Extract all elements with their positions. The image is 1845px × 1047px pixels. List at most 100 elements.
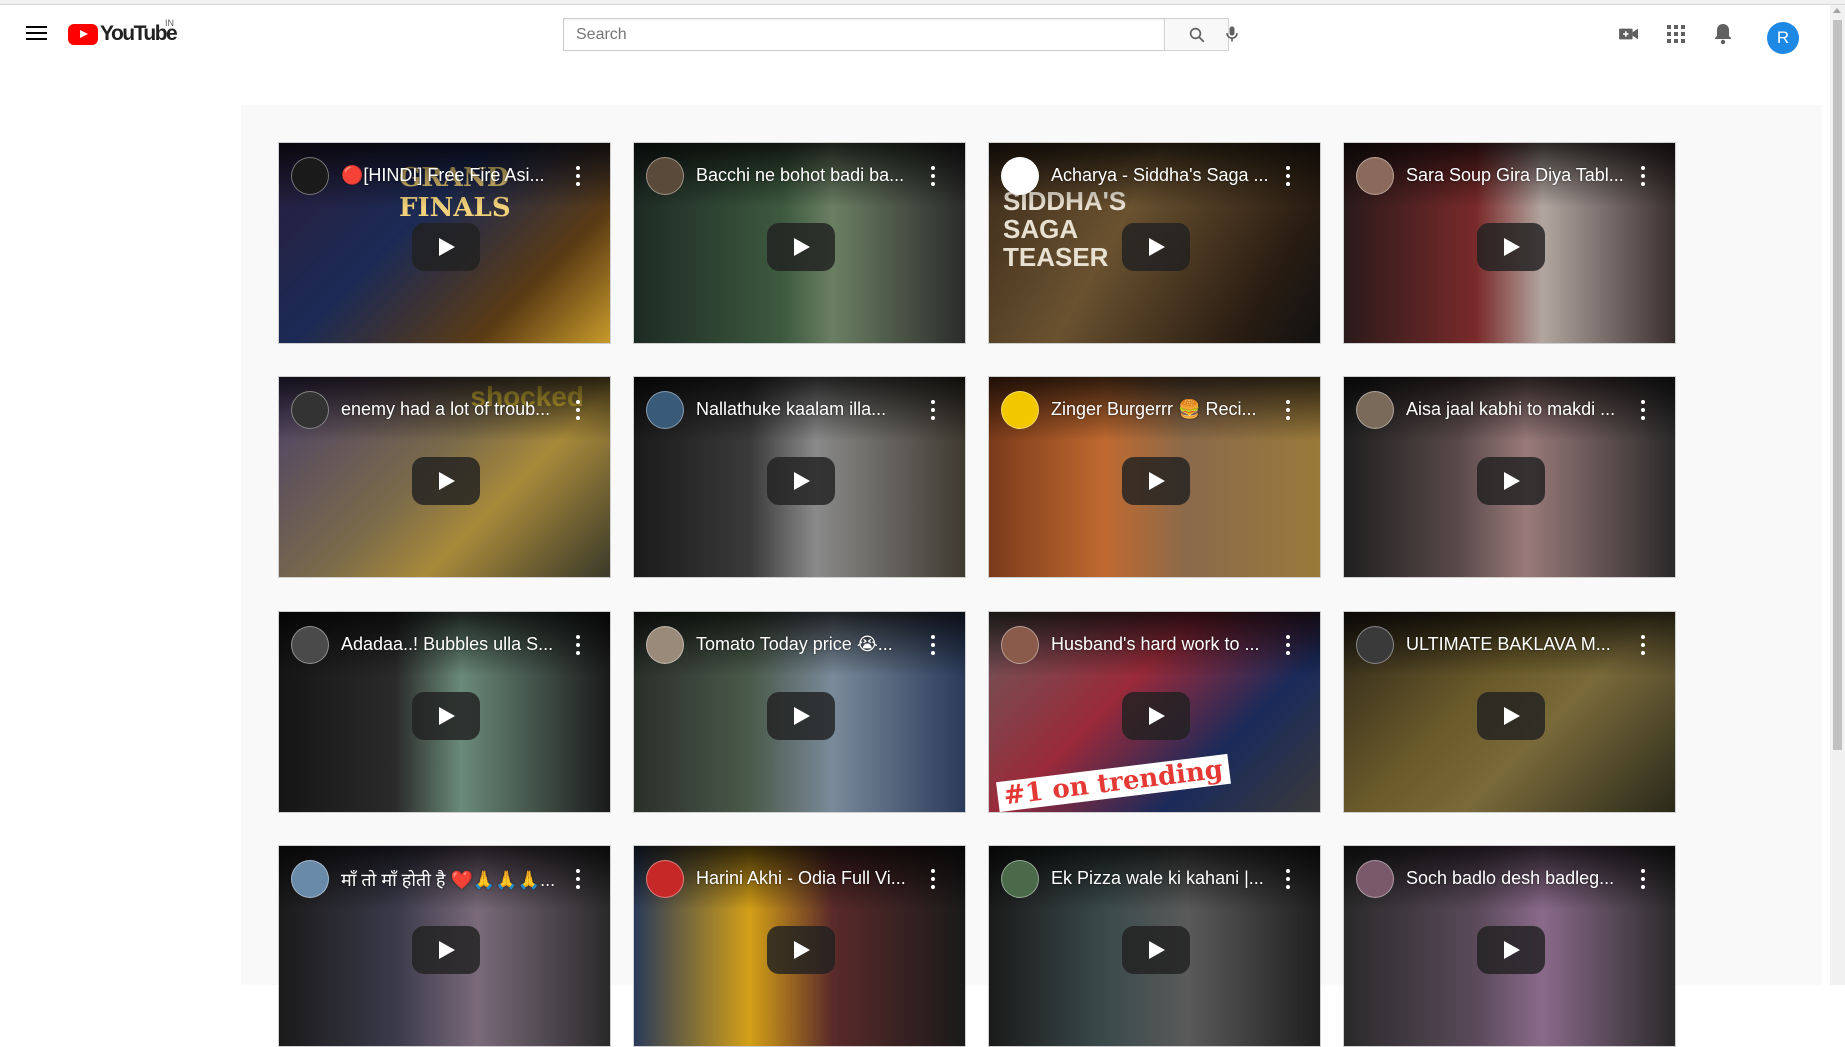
more-options-icon[interactable]: [1641, 400, 1645, 420]
more-options-icon[interactable]: [1286, 869, 1290, 889]
more-options-icon[interactable]: [1641, 635, 1645, 655]
more-options-icon[interactable]: [1286, 635, 1290, 655]
channel-avatar[interactable]: [646, 157, 684, 195]
video-card[interactable]: Ek Pizza wale ki kahani |...: [988, 845, 1321, 1047]
channel-avatar[interactable]: [291, 157, 329, 195]
video-title[interactable]: Zinger Burgerrr 🍔 Reci...: [1051, 399, 1269, 420]
search-icon: [1189, 27, 1204, 42]
more-options-icon[interactable]: [931, 869, 935, 889]
video-card[interactable]: Bacchi ne bohot badi ba...: [633, 142, 966, 344]
video-title[interactable]: Bacchi ne bohot badi ba...: [696, 165, 914, 186]
channel-avatar[interactable]: [291, 860, 329, 898]
more-options-icon[interactable]: [576, 635, 580, 655]
play-icon[interactable]: [1477, 223, 1545, 271]
more-options-icon[interactable]: [1286, 166, 1290, 186]
play-icon[interactable]: [412, 223, 480, 271]
play-icon[interactable]: [767, 926, 835, 974]
video-title[interactable]: Adadaa..! Bubbles ulla S...: [341, 634, 559, 655]
play-icon[interactable]: [767, 223, 835, 271]
channel-avatar[interactable]: [1356, 626, 1394, 664]
video-grid-area: GRAND FINALS🔴[HINDI] Free Fire Asi... Bac…: [241, 105, 1822, 1047]
channel-avatar[interactable]: [1356, 391, 1394, 429]
channel-avatar[interactable]: [646, 626, 684, 664]
play-icon[interactable]: [412, 692, 480, 740]
channel-avatar[interactable]: [291, 391, 329, 429]
voice-search-button[interactable]: [1220, 22, 1244, 46]
page-scrollbar[interactable]: [1830, 5, 1845, 985]
play-icon[interactable]: [767, 457, 835, 505]
create-video-button[interactable]: [1617, 22, 1641, 46]
video-card[interactable]: SIDDHA'S SAGA TEASERAcharya - Siddha's S…: [988, 142, 1321, 344]
more-options-icon[interactable]: [576, 869, 580, 889]
youtube-play-logo-icon: [68, 23, 98, 45]
channel-avatar[interactable]: [291, 626, 329, 664]
video-card[interactable]: shockedenemy had a lot of troub...: [278, 376, 611, 578]
video-card[interactable]: Soch badlo desh badleg...: [1343, 845, 1676, 1047]
play-icon[interactable]: [767, 692, 835, 740]
video-title[interactable]: Sara Soup Gira Diya Tabl...: [1406, 165, 1624, 186]
video-title[interactable]: Tomato Today price 😭...: [696, 634, 914, 655]
more-options-icon[interactable]: [931, 635, 935, 655]
more-options-icon[interactable]: [1641, 166, 1645, 186]
play-icon[interactable]: [1122, 926, 1190, 974]
channel-avatar[interactable]: [1356, 860, 1394, 898]
play-icon[interactable]: [1122, 223, 1190, 271]
channel-avatar[interactable]: [1001, 860, 1039, 898]
notifications-icon: [1715, 24, 1731, 45]
search-input[interactable]: [563, 18, 1164, 51]
play-icon[interactable]: [1477, 457, 1545, 505]
channel-avatar[interactable]: [1001, 157, 1039, 195]
play-icon[interactable]: [1122, 692, 1190, 740]
account-avatar[interactable]: R: [1767, 22, 1799, 54]
video-card[interactable]: Tomato Today price 😭...: [633, 611, 966, 813]
video-title[interactable]: Ek Pizza wale ki kahani |...: [1051, 868, 1269, 889]
video-card[interactable]: Nallathuke kaalam illa...: [633, 376, 966, 578]
play-icon[interactable]: [1122, 457, 1190, 505]
more-options-icon[interactable]: [1286, 400, 1290, 420]
apps-icon: [1667, 25, 1685, 43]
video-title[interactable]: Aisa jaal kabhi to makdi ...: [1406, 399, 1624, 420]
play-icon[interactable]: [412, 926, 480, 974]
mic-icon: [1226, 26, 1238, 42]
play-icon[interactable]: [412, 457, 480, 505]
masthead: YouTube IN R: [0, 5, 1830, 61]
video-title[interactable]: Husband's hard work to ...: [1051, 634, 1269, 655]
channel-avatar[interactable]: [1001, 391, 1039, 429]
apps-button[interactable]: [1664, 22, 1688, 46]
more-options-icon[interactable]: [576, 400, 580, 420]
video-title[interactable]: enemy had a lot of troub...: [341, 399, 559, 420]
more-options-icon[interactable]: [1641, 869, 1645, 889]
notifications-button[interactable]: [1711, 22, 1735, 46]
video-card[interactable]: Sara Soup Gira Diya Tabl...: [1343, 142, 1676, 344]
video-card[interactable]: Aisa jaal kabhi to makdi ...: [1343, 376, 1676, 578]
youtube-logo[interactable]: YouTube: [68, 21, 178, 47]
more-options-icon[interactable]: [931, 400, 935, 420]
video-card[interactable]: Zinger Burgerrr 🍔 Reci...: [988, 376, 1321, 578]
video-title[interactable]: ULTIMATE BAKLAVA M...: [1406, 634, 1624, 655]
video-card[interactable]: Adadaa..! Bubbles ulla S...: [278, 611, 611, 813]
video-card[interactable]: #1 on trending Husband's hard work to ...: [988, 611, 1321, 813]
country-code: IN: [165, 18, 174, 28]
channel-avatar[interactable]: [646, 860, 684, 898]
scroll-up-arrow-icon[interactable]: [1833, 8, 1841, 13]
video-card[interactable]: ULTIMATE BAKLAVA M...: [1343, 611, 1676, 813]
video-title[interactable]: Acharya - Siddha's Saga ...: [1051, 165, 1269, 186]
channel-avatar[interactable]: [1356, 157, 1394, 195]
video-title[interactable]: Soch badlo desh badleg...: [1406, 868, 1624, 889]
channel-avatar[interactable]: [1001, 626, 1039, 664]
menu-icon[interactable]: [22, 22, 52, 46]
video-card[interactable]: GRAND FINALS🔴[HINDI] Free Fire Asi...: [278, 142, 611, 344]
more-options-icon[interactable]: [931, 166, 935, 186]
create-video-icon: [1619, 28, 1638, 40]
play-icon[interactable]: [1477, 692, 1545, 740]
video-title[interactable]: माँ तो माँ होती है ❤️🙏🙏🙏...: [341, 868, 559, 892]
scrollbar-thumb[interactable]: [1833, 20, 1842, 750]
play-icon[interactable]: [1477, 926, 1545, 974]
video-title[interactable]: 🔴[HINDI] Free Fire Asi...: [341, 165, 559, 186]
video-title[interactable]: Harini Akhi - Odia Full Vi...: [696, 868, 914, 889]
video-title[interactable]: Nallathuke kaalam illa...: [696, 399, 914, 420]
more-options-icon[interactable]: [576, 166, 580, 186]
video-card[interactable]: Harini Akhi - Odia Full Vi...: [633, 845, 966, 1047]
video-card[interactable]: माँ तो माँ होती है ❤️🙏🙏🙏...: [278, 845, 611, 1047]
channel-avatar[interactable]: [646, 391, 684, 429]
